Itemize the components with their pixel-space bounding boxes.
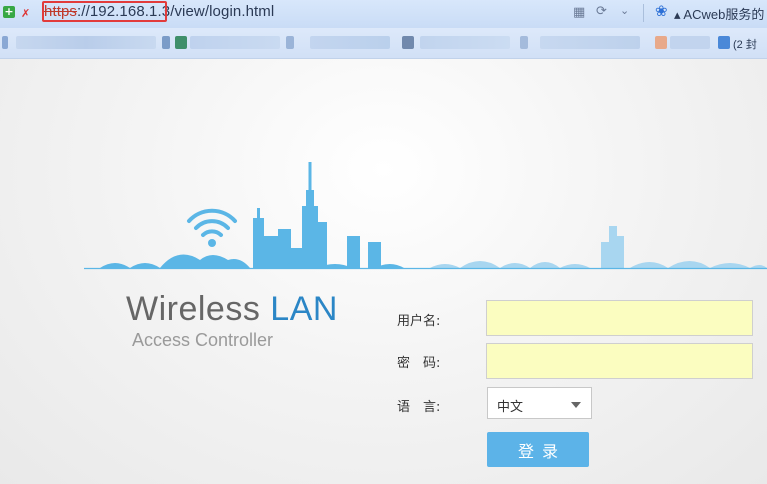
blurred-bookmark[interactable] [520,36,528,49]
language-selected-value: 中文 [497,400,524,415]
blurred-bookmark[interactable] [16,36,156,49]
url-highlight-box [42,1,167,22]
mail-count-text[interactable]: (2 封 [733,36,757,52]
wifi-dot [208,239,216,247]
brand-title: Wireless LAN [126,290,338,329]
brand-subtitle: Access Controller [132,330,274,350]
blurred-bookmark[interactable] [670,36,710,49]
chevron-down-icon[interactable]: ⌄ [620,4,629,17]
language-select[interactable]: 中文 [487,387,592,419]
plus-icon[interactable]: + [3,6,15,18]
reload-icon[interactable]: ⟳ [596,4,607,19]
blurred-bookmark[interactable] [655,36,667,49]
paw-icon[interactable]: ❀ [655,2,668,20]
bookmarks-bar: (2 封 [0,28,767,59]
divider [643,4,644,22]
blurred-bookmark[interactable] [162,36,170,49]
blurred-bookmark[interactable] [310,36,390,49]
brand-title-part1: Wireless [126,290,271,328]
blurred-bookmark[interactable] [402,36,414,49]
blurred-bookmark[interactable] [420,36,510,49]
blurred-bookmark[interactable] [286,36,294,49]
wifi-icon [187,208,237,237]
mail-icon[interactable] [718,36,730,49]
search-engine-text[interactable]: ▴ ACweb服务的 [674,4,764,23]
address-bar: + ✗ https://192.168.1.3/view/login.html … [0,0,767,29]
username-input[interactable] [486,300,753,336]
search-engine-label: ACweb服务的 [683,7,765,22]
blurred-bookmark[interactable] [190,36,280,49]
blurred-bookmark[interactable] [540,36,640,49]
password-label: 密 码: [397,356,441,371]
caret-down-icon [571,402,581,408]
username-label: 用户名: [397,314,441,329]
password-input[interactable] [486,343,753,379]
url-path: /view/login.html [170,3,275,20]
buildings [100,162,404,268]
blurred-bookmark[interactable] [175,36,187,49]
qr-icon[interactable]: ▦ [573,5,585,20]
language-label: 语 言: [397,400,441,415]
cert-error-icon[interactable]: ✗ [21,7,30,21]
blurred-bookmark[interactable] [2,36,8,49]
brand-title-accent: LAN [270,290,338,328]
brand-block: Wireless LAN Access Controller [126,290,338,351]
faded-buildings [430,226,767,268]
city-skyline-illustration [84,162,767,270]
login-button[interactable]: 登录 [487,432,589,467]
